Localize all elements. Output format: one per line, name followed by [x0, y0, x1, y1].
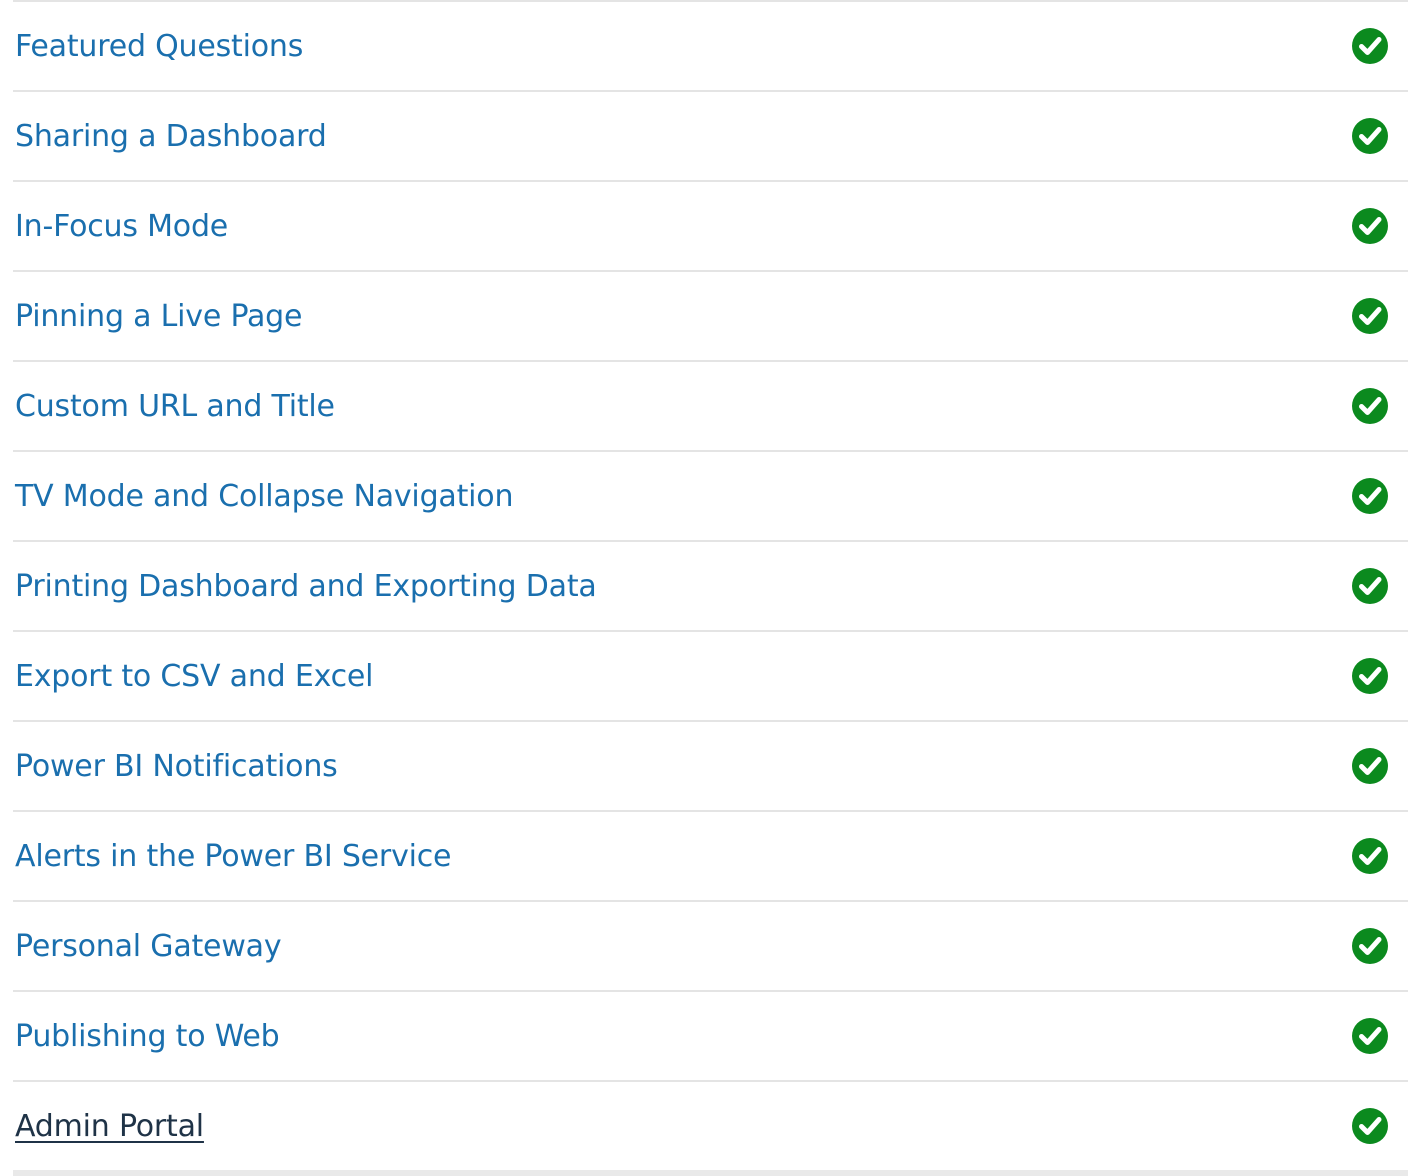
lesson-link-tv-mode-and-collapse-navigation[interactable]: TV Mode and Collapse Navigation — [13, 479, 513, 514]
lesson-link-pinning-a-live-page[interactable]: Pinning a Live Page — [13, 299, 302, 334]
lesson-row-alerts-in-the-power-bi-service: Alerts in the Power BI Service — [13, 812, 1408, 902]
lesson-row-personal-gateway: Personal Gateway — [13, 902, 1408, 992]
check-circle-icon — [1352, 1108, 1388, 1144]
lesson-row-in-focus-mode: In-Focus Mode — [13, 182, 1408, 272]
lesson-link-power-bi-notifications[interactable]: Power BI Notifications — [13, 749, 338, 784]
lesson-link-printing-dashboard-and-exporting-data[interactable]: Printing Dashboard and Exporting Data — [13, 569, 597, 604]
lesson-row-sharing-a-dashboard: Sharing a Dashboard — [13, 92, 1408, 182]
lesson-link-alerts-in-the-power-bi-service[interactable]: Alerts in the Power BI Service — [13, 839, 452, 874]
lesson-row-tv-mode-and-collapse-navigation: TV Mode and Collapse Navigation — [13, 452, 1408, 542]
check-circle-icon — [1352, 208, 1388, 244]
check-circle-icon — [1352, 928, 1388, 964]
lesson-row-custom-url-and-title: Custom URL and Title — [13, 362, 1408, 452]
bottom-divider — [13, 1170, 1408, 1176]
lesson-link-in-focus-mode[interactable]: In-Focus Mode — [13, 209, 228, 244]
check-circle-icon — [1352, 1018, 1388, 1054]
lesson-link-personal-gateway[interactable]: Personal Gateway — [13, 929, 282, 964]
lesson-row-pinning-a-live-page: Pinning a Live Page — [13, 272, 1408, 362]
lesson-row-export-to-csv-and-excel: Export to CSV and Excel — [13, 632, 1408, 722]
check-circle-icon — [1352, 28, 1388, 64]
lesson-link-export-to-csv-and-excel[interactable]: Export to CSV and Excel — [13, 659, 373, 694]
check-circle-icon — [1352, 118, 1388, 154]
check-circle-icon — [1352, 658, 1388, 694]
lesson-link-custom-url-and-title[interactable]: Custom URL and Title — [13, 389, 335, 424]
lesson-row-printing-dashboard-and-exporting-data: Printing Dashboard and Exporting Data — [13, 542, 1408, 632]
check-circle-icon — [1352, 838, 1388, 874]
lesson-row-power-bi-notifications: Power BI Notifications — [13, 722, 1408, 812]
lesson-list: Featured Questions Sharing a Dashboard I… — [13, 0, 1408, 1172]
lesson-link-featured-questions[interactable]: Featured Questions — [13, 29, 303, 64]
check-circle-icon — [1352, 478, 1388, 514]
lesson-row-admin-portal: Admin Portal — [13, 1082, 1408, 1172]
lesson-row-featured-questions: Featured Questions — [13, 2, 1408, 92]
check-circle-icon — [1352, 298, 1388, 334]
lesson-link-admin-portal[interactable]: Admin Portal — [13, 1109, 204, 1144]
lesson-row-publishing-to-web: Publishing to Web — [13, 992, 1408, 1082]
check-circle-icon — [1352, 388, 1388, 424]
check-circle-icon — [1352, 568, 1388, 604]
lesson-link-sharing-a-dashboard[interactable]: Sharing a Dashboard — [13, 119, 327, 154]
check-circle-icon — [1352, 748, 1388, 784]
lesson-link-publishing-to-web[interactable]: Publishing to Web — [13, 1019, 280, 1054]
